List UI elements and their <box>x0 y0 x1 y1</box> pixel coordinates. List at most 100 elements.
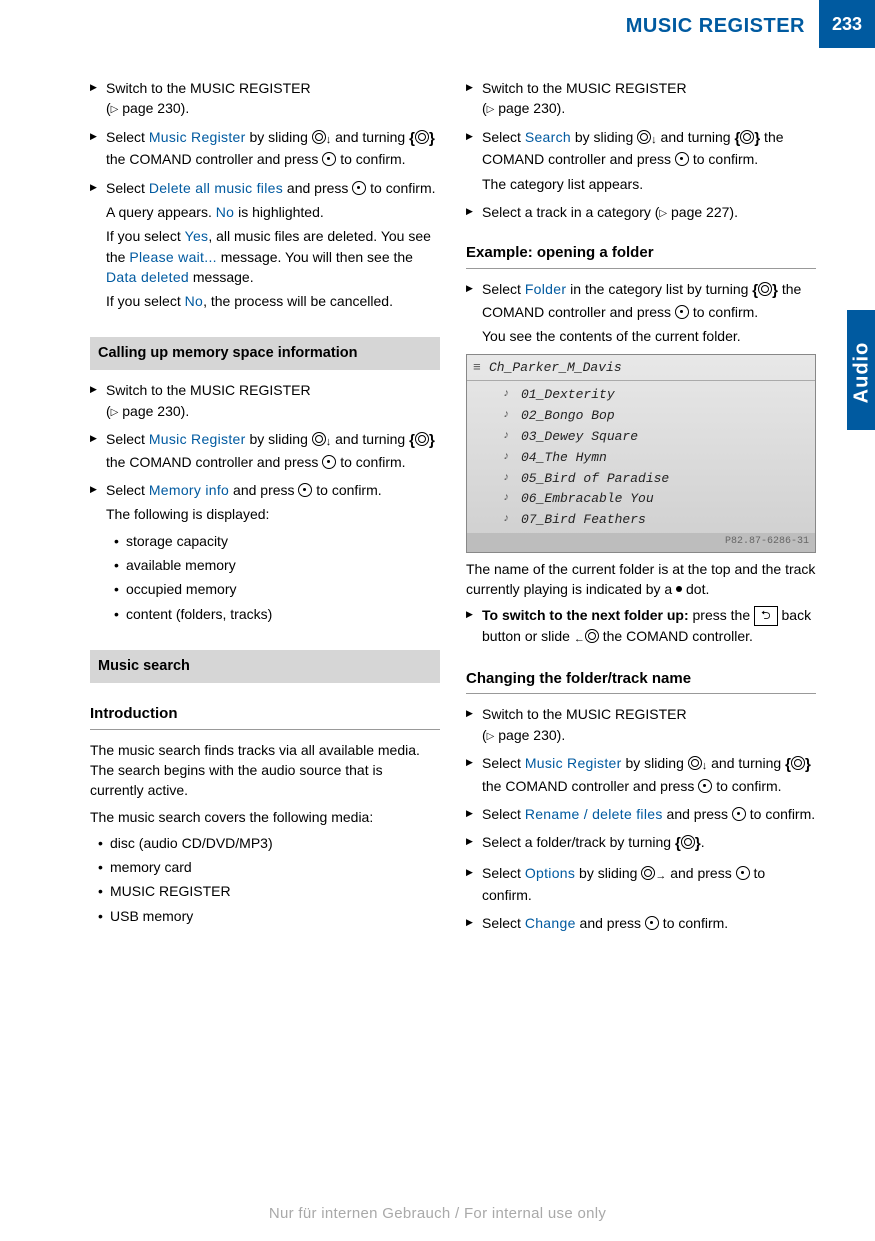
controller-turn-icon <box>740 130 754 144</box>
text: Select <box>106 129 149 145</box>
controller-turn-icon <box>415 432 429 446</box>
step: Select Music Register by sliding ↓ and t… <box>466 753 816 796</box>
step: Select Delete all music files and press … <box>90 178 440 312</box>
step: Select Rename / delete files and press t… <box>466 804 816 824</box>
bracket-right-icon: } <box>429 130 435 147</box>
text: Select <box>482 755 525 771</box>
text: and turning <box>707 755 785 771</box>
menu-text: Folder <box>525 281 566 297</box>
step: Select Change and press to confirm. <box>466 913 816 933</box>
track-item: 01_Dexterity <box>467 385 815 406</box>
text: the COMAND controller and press <box>106 454 322 470</box>
step: Select a folder/track by turning {}. <box>466 832 816 855</box>
text: Switch to the MUSIC REGISTER <box>482 80 687 96</box>
text: and turning <box>331 129 409 145</box>
track-item: 06_Embracable You <box>467 489 815 510</box>
ref-triangle-icon: ▷ <box>659 208 667 219</box>
controller-slide-icon <box>641 866 655 880</box>
sub-text: If you select Yes, all music files are d… <box>106 226 440 287</box>
arrow-left-icon: ← <box>574 633 585 645</box>
text: to confirm. <box>746 806 815 822</box>
watermark: Nur für internen Gebrauch / For internal… <box>0 1203 875 1225</box>
text: page 230). <box>122 100 189 116</box>
sub-text: A query appears. No is highlighted. <box>106 202 440 222</box>
controller-slide-icon <box>637 130 651 144</box>
text: Select <box>106 482 149 498</box>
text: Select <box>106 431 149 447</box>
folder-steps: Select Folder in the category list by tu… <box>466 279 816 346</box>
list-item: occupied memory <box>114 579 440 599</box>
right-column: Switch to the MUSIC REGISTER (▷ page 230… <box>466 78 816 941</box>
folder-screenshot: Ch_Parker_M_Davis 01_Dexterity 02_Bongo … <box>466 354 816 552</box>
ref-triangle-icon: ▷ <box>487 104 495 115</box>
ref-triangle-icon: ▷ <box>487 731 495 742</box>
text: Select <box>482 281 525 297</box>
text: to confirm. <box>312 482 381 498</box>
controller-slide-icon <box>688 756 702 770</box>
track-item: 07_Bird Feathers <box>467 510 815 531</box>
controller-slide-icon <box>585 629 599 643</box>
text: to confirm. <box>712 778 781 794</box>
controller-press-icon <box>736 866 750 880</box>
text: and press <box>576 915 645 931</box>
text: to confirm. <box>336 151 405 167</box>
text: by sliding <box>571 129 637 145</box>
text: press the <box>689 607 754 623</box>
side-tab-label: Audio <box>848 338 875 408</box>
text: Select a folder/track by turning <box>482 834 675 850</box>
screenshot-ref: P82.87-6286-31 <box>467 533 815 552</box>
subsection-rename: Changing the folder/track name <box>466 668 816 695</box>
text: If you select <box>106 293 185 309</box>
track-item: 04_The Hymn <box>467 448 815 469</box>
menu-text: Change <box>525 915 576 931</box>
list-item: MUSIC REGISTER <box>98 881 440 901</box>
text: Switch to the MUSIC REGISTER <box>106 80 311 96</box>
step: Select a track in a category (▷ page 227… <box>466 202 816 222</box>
section-heading-search: Music search <box>90 650 440 683</box>
controller-press-icon <box>298 483 312 497</box>
step: Select Memory info and press to confirm.… <box>90 480 440 624</box>
track-item: 03_Dewey Square <box>467 427 815 448</box>
text: page 230). <box>498 100 565 116</box>
controller-slide-icon <box>312 432 326 446</box>
delete-steps: Switch to the MUSIC REGISTER (▷ page 230… <box>90 78 440 311</box>
media-bullets: disc (audio CD/DVD/MP3) memory card MUSI… <box>90 833 440 926</box>
sub-text: If you select No, the process will be ca… <box>106 291 440 311</box>
text: is highlighted. <box>234 204 324 220</box>
text: page 227). <box>671 204 738 220</box>
controller-press-icon <box>675 152 689 166</box>
step: Switch to the MUSIC REGISTER (▷ page 230… <box>90 380 440 421</box>
text: Select <box>482 806 525 822</box>
menu-text: Options <box>525 865 575 881</box>
text: and press <box>283 180 352 196</box>
text: Select <box>482 865 525 881</box>
text: If you select <box>106 228 185 244</box>
search-steps: Switch to the MUSIC REGISTER (▷ page 230… <box>466 78 816 222</box>
text: the COMAND controller and press <box>106 151 322 167</box>
controller-press-icon <box>322 455 336 469</box>
text: Select a track in a category ( <box>482 204 659 220</box>
controller-press-icon <box>675 305 689 319</box>
menu-text: Rename / delete files <box>525 806 663 822</box>
caption: The name of the current folder is at the… <box>466 559 816 600</box>
sub-text: You see the contents of the current fold… <box>482 326 816 346</box>
controller-turn-icon <box>758 282 772 296</box>
text: Select <box>482 129 525 145</box>
list-item: available memory <box>114 555 440 575</box>
step: Switch to the MUSIC REGISTER (▷ page 230… <box>466 704 816 745</box>
bracket-left-icon: { <box>785 756 791 773</box>
text: to confirm. <box>689 304 758 320</box>
ref-triangle-icon: ▷ <box>111 104 119 115</box>
folder-up-step: To switch to the next folder up: press t… <box>466 605 816 647</box>
left-column: Switch to the MUSIC REGISTER (▷ page 230… <box>90 78 440 941</box>
text: the COMAND controller and press <box>482 778 698 794</box>
menu-text: Memory info <box>149 482 229 498</box>
controller-press-icon <box>732 807 746 821</box>
text: and turning <box>331 431 409 447</box>
controller-turn-icon <box>791 756 805 770</box>
text: by sliding <box>622 755 688 771</box>
list-item: storage capacity <box>114 531 440 551</box>
menu-text: Please wait... <box>129 249 216 265</box>
controller-press-icon <box>322 152 336 166</box>
bracket-right-icon: } <box>805 756 811 773</box>
